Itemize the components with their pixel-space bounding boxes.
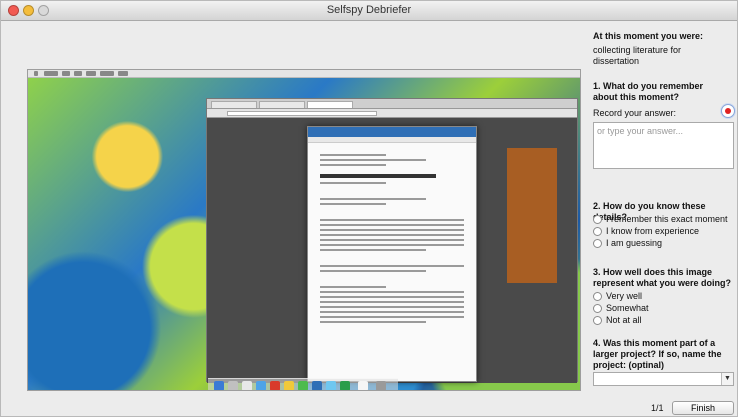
preview-dock-app-icon [284,381,294,390]
preview-text-line [320,265,464,267]
preview-text-line [320,244,464,246]
preview-dock-app-icon [228,381,238,390]
preview-menu-item [118,71,128,76]
preview-apple-icon [34,71,38,76]
q3-option-label: Somewhat [606,303,649,313]
preview-document-title [320,174,436,178]
preview-tab-active [307,101,353,108]
preview-dock-app-icon [256,381,266,390]
debriefer-window: Selfspy Debriefer At this moment you wer… [0,0,738,417]
project-combo-box[interactable]: ▼ [593,372,734,386]
preview-text-line [320,219,464,221]
q2-option-label: I know from experience [606,226,700,236]
preview-page-overlay [207,118,577,383]
preview-pdf-viewer [307,126,477,382]
preview-text-line [320,311,464,313]
radio-button[interactable] [593,292,602,301]
question-4: 4. Was this moment part of a larger proj… [593,338,722,370]
chevron-down-icon[interactable]: ▼ [721,373,733,385]
preview-text-line [320,301,464,303]
preview-text-line [320,270,426,272]
preview-text-line [320,291,464,293]
preview-dock-app-icon [358,381,368,390]
preview-section-heading [320,286,386,288]
q2-option-row[interactable]: I remember this exact moment [593,214,728,225]
q2-option-row[interactable]: I am guessing [593,238,662,249]
question-3: 3. How well does this image represent wh… [593,267,732,288]
radio-button[interactable] [593,215,602,224]
radio-button[interactable] [593,316,602,325]
preview-menu-item [86,71,96,76]
preview-text-line [320,306,464,308]
page-indicator: 1/1 [651,403,664,413]
preview-text-line [320,164,386,166]
preview-text-line [320,203,386,205]
preview-menu-item [44,71,58,76]
preview-text-line [320,154,386,156]
preview-dock-app-icon [270,381,280,390]
preview-desktop-wallpaper [28,78,580,390]
preview-text-line [320,296,464,298]
radio-button[interactable] [593,304,602,313]
record-label: Record your answer: [593,108,677,118]
preview-menu-item [100,71,114,76]
preview-dock-app-icon [326,381,336,390]
q2-option-row[interactable]: I know from experience [593,226,699,237]
preview-browser-window [206,98,578,383]
q3-option-label: Very well [606,291,643,301]
preview-author-line [320,182,386,184]
preview-text-line [320,234,464,236]
preview-tab [211,101,257,108]
preview-text-line [320,249,426,251]
q3-option-row[interactable]: Not at all [593,315,642,326]
q3-option-row[interactable]: Somewhat [593,303,649,314]
radio-button[interactable] [593,239,602,248]
preview-menu-bar [28,70,580,78]
preview-dock-app-icon [312,381,322,390]
preview-text-line [320,198,426,200]
preview-text-line [320,224,464,226]
answer-field[interactable] [593,122,734,169]
preview-text-line [320,316,464,318]
preview-text-line [320,229,464,231]
title-bar: Selfspy Debriefer [1,1,737,21]
preview-dock-app-icon [242,381,252,390]
preview-menu-item [74,71,82,76]
preview-pdf-header [308,127,476,137]
preview-text-line [320,239,464,241]
preview-dock-app-icon [340,381,350,390]
screenshot-preview [27,69,581,391]
preview-tab [259,101,305,108]
q3-option-label: Not at all [606,315,642,325]
preview-text-line [320,159,426,161]
preview-dock-app-icon [298,381,308,390]
preview-trash-icon [376,381,386,390]
preview-url-field [227,111,377,116]
preview-text-line [320,321,426,323]
preview-address-bar [207,109,577,118]
preview-menu-item [62,71,70,76]
q2-option-label: I remember this exact moment [606,214,728,224]
finish-button[interactable]: Finish [672,401,734,415]
record-button[interactable] [721,104,735,118]
preview-browser-tabs [207,99,577,109]
preview-sidebar-ad [507,148,557,283]
context-heading: At this moment you were: [593,31,704,41]
radio-button[interactable] [593,227,602,236]
q2-option-label: I am guessing [606,238,663,248]
question-1: 1. What do you remember about this momen… [593,81,704,102]
q3-option-row[interactable]: Very well [593,291,642,302]
context-activity: collecting literature for dissertation [593,45,682,66]
preview-dock [208,378,398,390]
window-title: Selfspy Debriefer [326,4,412,16]
preview-finder-icon [214,381,224,390]
